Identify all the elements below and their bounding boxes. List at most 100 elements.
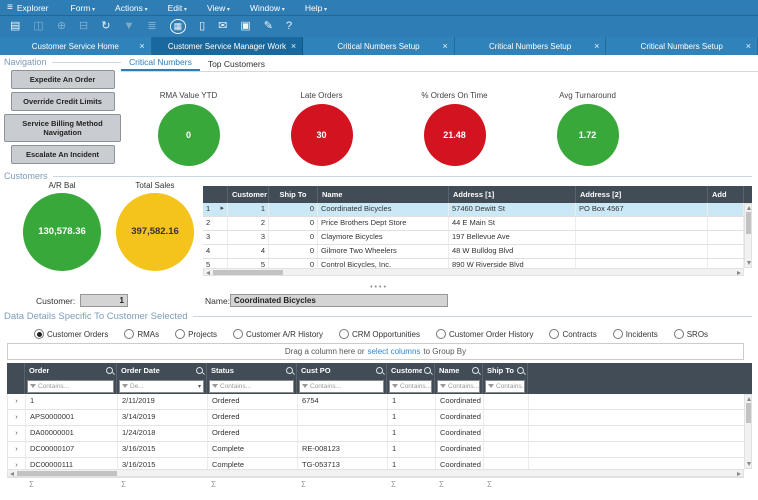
search-icon[interactable] [517, 367, 524, 374]
scroll-down-icon[interactable] [747, 261, 751, 265]
search-icon[interactable] [472, 367, 479, 374]
tab-customer-service-home[interactable]: Customer Service Home× [0, 37, 152, 55]
document-icon[interactable]: ▯ [199, 21, 205, 32]
customer-a-r-history-radio[interactable]: Customer A/R History [233, 329, 323, 339]
filter-input[interactable]: Contains... [389, 380, 432, 393]
order-row[interactable]: ›DA000000011/24/2018Ordered1Coordinated … [8, 426, 744, 442]
customer-row[interactable]: 330Claymore Bicycles197 Bellevue Ave [203, 231, 744, 245]
name-field[interactable] [230, 294, 448, 307]
scroll-right-icon[interactable] [737, 472, 741, 476]
tab-close-icon[interactable]: × [443, 41, 448, 51]
tab-top-customers[interactable]: Top Customers [200, 57, 273, 71]
tab-close-icon[interactable]: × [139, 41, 144, 51]
explorer-button[interactable]: ≡ Explorer [5, 3, 61, 13]
tab-critical-numbers[interactable]: Critical Numbers [121, 55, 200, 71]
package-icon[interactable]: ▣ [240, 21, 250, 32]
override-credit-limits-button[interactable]: Override Credit Limits [11, 92, 115, 111]
col-customer[interactable]: Customer [228, 186, 269, 203]
menu-actions[interactable]: Actions [105, 3, 158, 13]
filter-input[interactable]: Contains... [27, 380, 114, 393]
group-by-dropzone[interactable]: Drag a column here or select columns to … [7, 343, 744, 360]
filter-input[interactable]: Contains... [437, 380, 480, 393]
col-customer[interactable]: Customer [387, 363, 435, 378]
critical-numbers-icon[interactable]: ▦ [170, 19, 187, 34]
vertical-scrollbar[interactable] [744, 394, 752, 469]
save-icon[interactable]: ◫ [33, 21, 43, 32]
col-ship-to[interactable]: Ship To [483, 363, 528, 378]
filter-input[interactable]: Contains... [485, 380, 525, 393]
expedite-an-order-button[interactable]: Expedite An Order [11, 70, 115, 89]
escalate-an-incident-button[interactable]: Escalate An Incident [11, 145, 115, 164]
col-order[interactable]: Order [25, 363, 117, 378]
col-add[interactable]: Add [708, 186, 744, 203]
col-name[interactable]: Name [318, 186, 449, 203]
col-status[interactable]: Status [207, 363, 297, 378]
customer-row[interactable]: 1▸10Coordinated Bicycles57460 Dewitt StP… [203, 203, 744, 217]
rmas-radio[interactable]: RMAs [124, 329, 159, 339]
scroll-left-icon[interactable] [10, 472, 14, 476]
scrollbar-thumb[interactable] [746, 212, 751, 234]
delete-icon[interactable]: ⊟ [79, 21, 88, 32]
menu-view[interactable]: View [197, 3, 240, 13]
customer-field[interactable] [80, 294, 128, 307]
tab-close-icon[interactable]: × [746, 41, 751, 51]
search-icon[interactable] [196, 367, 203, 374]
search-icon[interactable] [376, 367, 383, 374]
refresh-icon[interactable]: ↻ [101, 21, 110, 32]
tab-close-icon[interactable]: × [291, 41, 296, 51]
scroll-right-icon[interactable] [737, 271, 741, 275]
col-name[interactable]: Name [435, 363, 483, 378]
customer-orders-radio[interactable]: Customer Orders [34, 329, 108, 339]
row-number-column[interactable] [203, 186, 228, 203]
service-billing-method-navigation-button[interactable]: Service Billing Method Navigation [4, 114, 121, 142]
attachment-icon[interactable]: ⊕ [57, 21, 66, 32]
tab-critical-numbers-setup[interactable]: Critical Numbers Setup× [455, 37, 607, 55]
col-order-date[interactable]: Order Date [117, 363, 207, 378]
filter-input[interactable]: De...▾ [119, 380, 204, 393]
expand-row-icon[interactable]: › [8, 426, 26, 441]
scroll-down-icon[interactable] [747, 462, 751, 466]
horizontal-scrollbar[interactable] [203, 268, 744, 276]
col-cust-po[interactable]: Cust PO [297, 363, 387, 378]
tab-critical-numbers-setup[interactable]: Critical Numbers Setup× [606, 37, 758, 55]
customer-row[interactable]: 220Price Brothers Dept Store44 E Main St [203, 217, 744, 231]
mail-icon[interactable]: ✉ [218, 21, 227, 32]
contracts-radio[interactable]: Contracts [549, 329, 596, 339]
menu-window[interactable]: Window [240, 3, 295, 13]
chevron-down-icon[interactable]: ▾ [198, 383, 201, 390]
order-row[interactable]: ›DC000001073/16/2015CompleteRE-0081231Co… [8, 442, 744, 458]
tab-critical-numbers-setup[interactable]: Critical Numbers Setup× [303, 37, 455, 55]
horizontal-scrollbar[interactable] [7, 469, 744, 477]
scroll-up-icon[interactable] [747, 206, 751, 210]
order-row[interactable]: ›APS00000013/14/2019Ordered1Coordinated … [8, 410, 744, 426]
scroll-left-icon[interactable] [206, 271, 210, 275]
customer-order-history-radio[interactable]: Customer Order History [436, 329, 533, 339]
filter-input[interactable]: Contains... [299, 380, 384, 393]
scrollbar-thumb[interactable] [17, 471, 117, 476]
crm-opportunities-radio[interactable]: CRM Opportunities [339, 329, 420, 339]
incidents-radio[interactable]: Incidents [613, 329, 658, 339]
col-address-2[interactable]: Address [2] [576, 186, 708, 203]
menu-edit[interactable]: Edit [158, 3, 197, 13]
scrollbar-thumb[interactable] [213, 270, 283, 275]
expand-row-icon[interactable]: › [8, 410, 26, 425]
edit-icon[interactable]: ✎ [264, 21, 273, 32]
search-icon[interactable] [106, 367, 113, 374]
help-icon[interactable]: ? [286, 21, 292, 32]
tab-customer-service-manager-workbench[interactable]: Customer Service Manager Workbench× [152, 37, 304, 55]
projects-radio[interactable]: Projects [175, 329, 217, 339]
search-icon[interactable] [286, 367, 293, 374]
select-columns-link[interactable]: select columns [367, 347, 420, 356]
splitter-handle[interactable]: •••• [0, 284, 758, 291]
scroll-up-icon[interactable] [747, 397, 751, 401]
order-row[interactable]: ›12/11/2019Ordered67541Coordinated Bicyc… [8, 394, 744, 410]
sros-radio[interactable]: SROs [674, 329, 708, 339]
search-icon[interactable] [424, 367, 431, 374]
col-ship-to[interactable]: Ship To [269, 186, 318, 203]
expand-row-icon[interactable]: › [8, 394, 26, 409]
menu-help[interactable]: Help [295, 3, 337, 13]
list-icon[interactable]: ≣ [147, 21, 156, 32]
menu-form[interactable]: Form [61, 3, 106, 13]
customer-row[interactable]: 440Gilmore Two Wheelers48 W Bulldog Blvd [203, 245, 744, 259]
filter-icon[interactable]: ▼ [123, 21, 134, 32]
